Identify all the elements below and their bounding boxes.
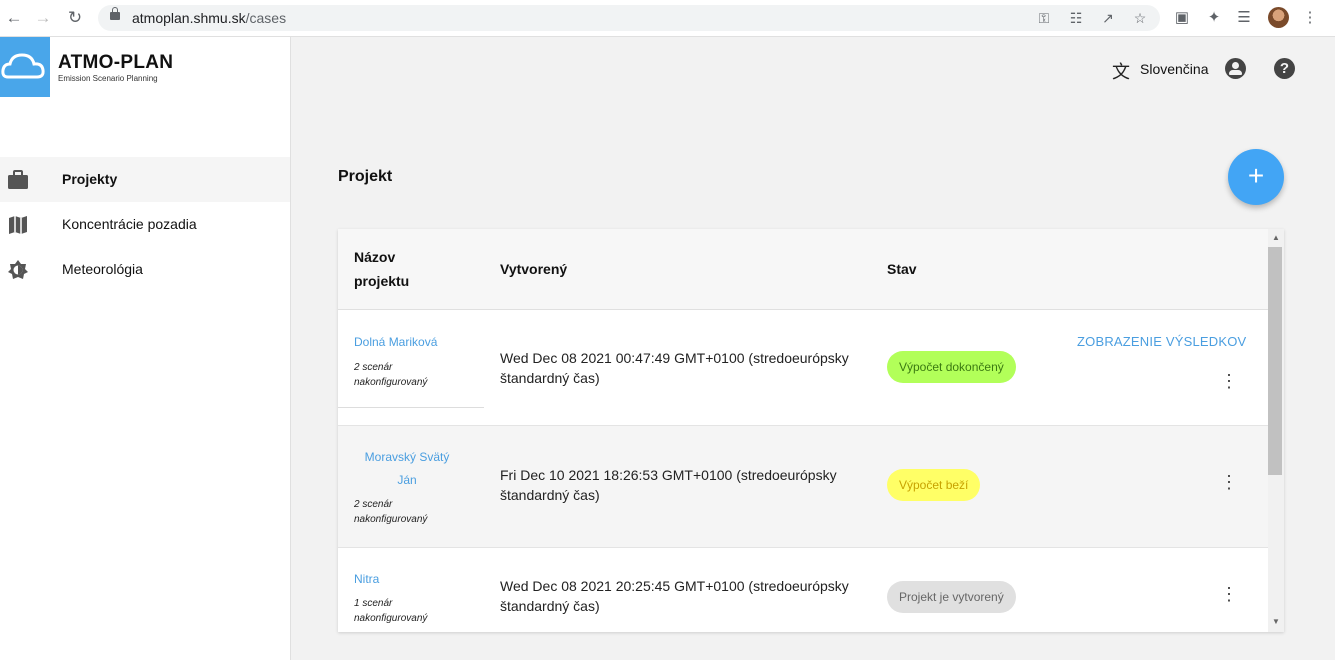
status-badge: Výpočet dokončený [887, 351, 1016, 383]
scenario-count: 2 scenár nakonfigurovaný [354, 360, 427, 390]
created-line1: Fri Dec 10 2021 18:26:53 GMT+0100 (stred… [500, 467, 837, 483]
table-row: Dolná Mariková 2 scenár nakonfigurovaný … [338, 310, 1268, 426]
sidebar-item-projekty[interactable]: Projekty [0, 157, 290, 202]
scenario-configured-text: nakonfigurovaný [354, 514, 428, 525]
show-results-button[interactable]: ZOBRAZENIE VÝSLEDKOV [1077, 334, 1246, 349]
table-row: Moravský Svätý Ján 2 scenár nakonfigurov… [338, 426, 1268, 548]
url-text: atmoplan.shmu.sk/cases [132, 10, 286, 26]
language-selector[interactable]: Slovenčina [1140, 61, 1209, 77]
page-title: Projekt [338, 168, 393, 185]
header-name-line1: Názov [354, 249, 396, 265]
table-header: Názov projektu Vytvorený Stav [338, 229, 1268, 310]
account-icon[interactable] [1225, 58, 1246, 79]
translate-icon[interactable]: 文 [1112, 58, 1130, 84]
url-path: /cases [245, 10, 287, 26]
created-line2: štandardný čas) [500, 370, 600, 386]
briefcase-icon [8, 170, 28, 189]
sidebar-item-label: Projekty [62, 171, 118, 187]
project-name-line2: Ján [397, 473, 417, 487]
header-name: Názov projektu [354, 245, 409, 293]
scenario-configured-text: nakonfigurovaný [354, 377, 428, 388]
sidebar: ATMO-PLAN Emission Scenario Planning Pro… [0, 37, 291, 660]
created-line1: Wed Dec 08 2021 00:47:49 GMT+0100 (stred… [500, 350, 849, 366]
star-icon[interactable]: ☆ [1131, 10, 1149, 27]
project-name-link[interactable]: Moravský Svätý Ján [354, 446, 460, 492]
scroll-up-icon[interactable]: ▲ [1268, 233, 1284, 242]
scroll-down-icon[interactable]: ▼ [1268, 617, 1284, 626]
projects-table: Názov projektu Vytvorený Stav Dolná Mari… [338, 229, 1284, 632]
status-badge: Projekt je vytvorený [887, 581, 1016, 613]
reading-list-icon[interactable]: ☰ [1234, 8, 1254, 26]
scrollbar-thumb[interactable] [1268, 247, 1282, 475]
scenario-count-text: 2 scenár [354, 362, 393, 373]
more-options-icon[interactable]: ⋮ [1220, 372, 1238, 390]
add-project-button[interactable]: + [1228, 149, 1284, 205]
sidebar-item-label: Meteorológia [62, 261, 143, 277]
translate-icon[interactable]: ☷ [1067, 10, 1085, 27]
divider [338, 407, 484, 408]
more-options-icon[interactable]: ⋮ [1220, 585, 1238, 603]
created-date: Wed Dec 08 2021 00:47:49 GMT+0100 (stred… [500, 348, 870, 388]
browser-toolbar: ← → ↻ atmoplan.shmu.sk/cases ⚿ ☷ ↗ ☆ ▣ ✦… [0, 0, 1335, 37]
reload-icon[interactable]: ↻ [65, 8, 85, 28]
created-date: Fri Dec 10 2021 18:26:53 GMT+0100 (stred… [500, 465, 870, 505]
scenario-count: 2 scenár nakonfigurovaný [354, 497, 427, 527]
project-name-line1: Moravský Svätý [364, 450, 450, 464]
map-icon [9, 216, 27, 234]
cloud-icon [1, 53, 45, 79]
lock-icon [110, 7, 120, 20]
puzzle-icon[interactable]: ✦ [1204, 8, 1224, 26]
forward-icon[interactable]: → [33, 8, 53, 28]
scenario-count-text: 2 scenár [354, 499, 393, 510]
app-subtitle: Emission Scenario Planning [58, 74, 158, 83]
table-row: Nitra 1 scenár nakonfigurovaný Wed Dec 0… [338, 548, 1268, 632]
sidebar-item-label: Koncentrácie pozadia [62, 216, 197, 232]
more-options-icon[interactable]: ⋮ [1220, 473, 1238, 491]
logo [0, 37, 50, 97]
project-name-link[interactable]: Nitra [354, 568, 379, 591]
scenario-configured-text: nakonfigurovaný [354, 613, 428, 624]
header-name-line2: projektu [354, 273, 410, 289]
brightness-icon [8, 260, 28, 279]
created-line2: štandardný čas) [500, 487, 600, 503]
sidebar-item-meteorologia[interactable]: Meteorológia [0, 247, 290, 292]
back-icon[interactable]: ← [4, 8, 24, 28]
extension-icon[interactable]: ▣ [1172, 8, 1192, 26]
key-icon[interactable]: ⚿ [1035, 10, 1053, 27]
created-line2: štandardný čas) [500, 598, 600, 614]
sidebar-item-koncentracie[interactable]: Koncentrácie pozadia [0, 202, 290, 247]
url-host: atmoplan.shmu.sk [132, 10, 246, 26]
scenario-count-text: 1 scenár [354, 598, 393, 609]
scenario-count: 1 scenár nakonfigurovaný [354, 596, 427, 626]
app-title: ATMO-PLAN [58, 52, 174, 73]
address-bar[interactable]: atmoplan.shmu.sk/cases ⚿ ☷ ↗ ☆ [98, 5, 1160, 31]
header-status: Stav [887, 261, 917, 277]
created-date: Wed Dec 08 2021 20:25:45 GMT+0100 (stred… [500, 576, 870, 616]
status-badge: Výpočet beží [887, 469, 981, 501]
project-name-link[interactable]: Dolná Mariková [354, 331, 437, 354]
created-line1: Wed Dec 08 2021 20:25:45 GMT+0100 (stred… [500, 578, 849, 594]
header-created: Vytvorený [500, 261, 568, 277]
menu-icon[interactable]: ⋮ [1300, 8, 1320, 26]
profile-avatar[interactable] [1268, 7, 1289, 28]
help-icon[interactable]: ? [1274, 58, 1295, 79]
share-icon[interactable]: ↗ [1099, 10, 1117, 27]
